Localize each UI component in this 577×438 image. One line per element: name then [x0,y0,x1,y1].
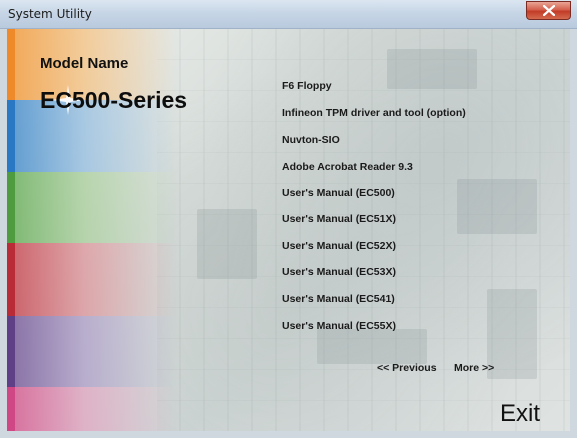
pink-band [7,387,177,431]
pink-stripe [7,387,15,431]
more-link[interactable]: More >> [454,362,494,374]
previous-link[interactable]: << Previous [377,362,437,374]
menu-item-manual-ec52x[interactable]: User's Manual (EC52X) [282,240,396,252]
title-bar[interactable]: System Utility [0,0,577,29]
red-band [7,243,177,316]
menu-item-f6-floppy[interactable]: F6 Floppy [282,80,332,92]
blue-stripe [7,100,15,172]
menu-item-manual-ec500[interactable]: User's Manual (EC500) [282,187,395,199]
orange-stripe [7,29,15,100]
menu-item-nuvton-sio[interactable]: Nuvton-SIO [282,134,340,146]
model-series-title: EC500-Series [40,87,188,113]
close-button[interactable] [526,1,571,20]
menu-item-acrobat-reader[interactable]: Adobe Acrobat Reader 9.3 [282,161,413,173]
system-utility-window: System Utility Model Name EC500-Series F… [0,0,577,438]
menu-item-manual-ec541[interactable]: User's Manual (EC541) [282,293,395,305]
menu-item-tpm-driver[interactable]: Infineon TPM driver and tool (option) [282,107,466,119]
exit-button[interactable]: Exit [500,400,540,428]
purple-band [7,316,177,387]
window-title: System Utility [8,7,92,21]
green-stripe [7,172,15,243]
purple-stripe [7,316,15,387]
menu-item-manual-ec55x[interactable]: User's Manual (EC55X) [282,320,396,332]
menu-item-manual-ec53x[interactable]: User's Manual (EC53X) [282,266,396,278]
red-stripe [7,243,15,316]
menu-item-manual-ec51x[interactable]: User's Manual (EC51X) [282,213,396,225]
model-name-label: Model Name [40,55,129,72]
green-band [7,172,177,243]
close-icon [543,5,555,16]
background-board-image [157,29,570,431]
